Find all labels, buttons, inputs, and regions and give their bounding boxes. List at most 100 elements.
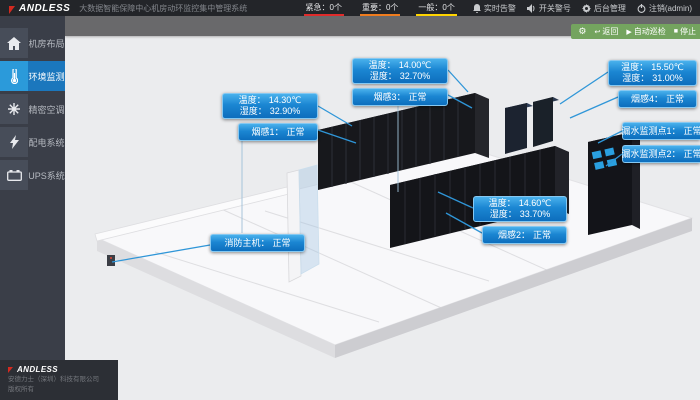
leak-label: 漏水监测点1： [621, 126, 680, 137]
smoke-status: 正常 [409, 92, 427, 103]
view-tools-group: ⚙ ↩ 返回 ▶ 自动巡检 ■ 停止 [571, 24, 700, 39]
auto-patrol-label: 自动巡检 [634, 26, 666, 37]
footer-brand-block: ANDLESS 安德力士（深圳）科技有限公司 版权所有 [0, 360, 118, 400]
sensor-callout-zone1[interactable]: 温度：14.30℃ 湿度：32.90% [222, 93, 318, 119]
humidity-reading: 湿度：33.70% [490, 209, 551, 220]
back-button[interactable]: ↩ 返回 [595, 26, 619, 37]
header-nav: 实时告警 开关警号 后台管理 注销(admin) [473, 3, 692, 14]
smoke-label: 烟感2： [498, 230, 530, 241]
sidebar-label-environment-monitor: 环境监测 [28, 61, 65, 91]
alarm-badge-critical[interactable]: 紧急：0个 [304, 0, 344, 16]
footer-rights: 版权所有 [8, 385, 118, 394]
smoke-status: 正常 [533, 230, 551, 241]
smoke-label: 烟感3： [373, 92, 405, 103]
realtime-alarm-button[interactable]: 实时告警 [473, 3, 516, 14]
sensor-callout-zone3[interactable]: 温度：14.00℃ 湿度：32.70% [352, 58, 448, 84]
admin-console-label: 后台管理 [594, 3, 626, 14]
view-settings-gear-icon[interactable]: ⚙ [578, 27, 586, 36]
fire-status: 正常 [273, 238, 291, 249]
temp-reading: 温度：14.00℃ [369, 60, 432, 71]
humidity-label: 湿度： [240, 106, 267, 117]
temp-label: 温度： [239, 95, 266, 106]
sidebar-item-environment-monitor[interactable]: 环境监测 [0, 61, 65, 91]
alarm-sound-toggle-button[interactable]: 开关警号 [527, 3, 571, 14]
smoke-reading: 烟感1： 正常 [251, 127, 304, 138]
smoke-reading: 烟感4：正常 [631, 94, 684, 105]
temp-label: 温度： [489, 198, 516, 209]
thermometer-icon [0, 61, 28, 91]
sidebar-label-ups-system: UPS系统 [28, 160, 65, 190]
play-icon: ▶ [626, 28, 631, 36]
leak-callout-1[interactable]: 漏水监测点1： 正常 [622, 122, 700, 140]
sidebar-item-power-distribution[interactable]: 配电系统 [0, 127, 65, 157]
smoke-label: 烟感4： [631, 94, 663, 105]
alarm-badge-minor[interactable]: 一般：0个 [416, 0, 456, 16]
alarm-badge-major[interactable]: 重要：0个 [360, 0, 400, 16]
temp-reading: 温度：14.30℃ [239, 95, 302, 106]
smoke-callout-zone1[interactable]: 烟感1： 正常 [238, 123, 318, 141]
view-toolbar: ⚙ ↩ 返回 ▶ 自动巡检 ■ 停止 [65, 16, 700, 36]
sidebar-item-precision-ac[interactable]: 精密空调 [0, 94, 65, 124]
footer-company: 安德力士（深圳）科技有限公司 [8, 375, 118, 384]
humidity-label: 湿度： [490, 209, 517, 220]
temp-value: 15.50℃ [651, 62, 684, 73]
leak-status: 正常 [684, 126, 700, 137]
temp-reading: 温度：14.60℃ [489, 198, 552, 209]
logout-button[interactable]: 注销(admin) [637, 3, 692, 14]
back-arrow-icon: ↩ [595, 28, 601, 36]
power-icon [637, 4, 646, 13]
alarm-sound-toggle-label: 开关警号 [539, 3, 571, 14]
leak-reading: 漏水监测点1： 正常 [621, 126, 700, 137]
admin-console-button[interactable]: 后台管理 [582, 3, 626, 14]
sidebar-nav: 机房布局 环境监测 精密空调 配电系统 UPS系统 [0, 16, 65, 400]
fire-label: 消防主机： [224, 238, 269, 249]
realtime-alarm-label: 实时告警 [484, 3, 516, 14]
home-icon [0, 28, 28, 58]
sensor-callout-zone4[interactable]: 温度：15.50℃ 湿度：31.00% [608, 60, 697, 86]
auto-patrol-button[interactable]: ▶ 自动巡检 [626, 26, 665, 37]
sensor-callout-zone2[interactable]: 温度：14.60℃ 湿度：33.70% [473, 196, 567, 222]
smoke-callout-zone2[interactable]: 烟感2：正常 [482, 226, 567, 244]
footer-logo: ANDLESS [8, 365, 118, 374]
smoke-callout-zone3[interactable]: 烟感3： 正常 [352, 88, 448, 106]
sidebar-label-precision-ac: 精密空调 [28, 94, 65, 124]
brand-logo: ANDLESS [8, 3, 70, 14]
smoke-label: 烟感1： [251, 127, 283, 138]
temp-value: 14.60℃ [519, 198, 552, 209]
machine-room-3d-panel: 温度：14.30℃ 湿度：32.90% 烟感1：正常 温度：14.00℃ 湿度：… [65, 36, 700, 400]
humidity-reading: 湿度：32.90% [240, 106, 301, 117]
gear-icon [582, 4, 591, 13]
smoke-callout-zone4[interactable]: 烟感4：正常 [618, 90, 697, 108]
temp-value: 14.30℃ [269, 95, 302, 106]
temp-reading: 温度：15.50℃ [621, 62, 684, 73]
humidity-value: 32.70% [400, 71, 431, 82]
stop-label: 停止 [680, 26, 696, 37]
temp-value: 14.00℃ [399, 60, 432, 71]
humidity-label: 湿度： [370, 71, 397, 82]
lightning-icon [0, 127, 28, 157]
sidebar-item-room-layout[interactable]: 机房布局 [0, 28, 65, 58]
humidity-value: 31.00% [652, 73, 683, 84]
speaker-icon [527, 4, 536, 13]
leak-label: 漏水监测点2： [621, 149, 680, 160]
sidebar-item-ups-system[interactable]: UPS系统 [0, 160, 65, 190]
smoke-reading: 烟感3： 正常 [373, 92, 426, 103]
humidity-value: 32.90% [270, 106, 301, 117]
stop-patrol-button[interactable]: ■ 停止 [674, 26, 696, 37]
leak-status: 正常 [684, 149, 700, 160]
humidity-reading: 湿度：32.70% [370, 71, 431, 82]
app-title: 大数据智能保障中心机房动环监控集中管理系统 [79, 3, 247, 14]
fire-reading: 消防主机： 正常 [224, 238, 290, 249]
dcim-monitoring-app: ANDLESS 大数据智能保障中心机房动环监控集中管理系统 紧急：0个 重要：0… [0, 0, 700, 400]
stop-icon: ■ [674, 28, 678, 35]
humidity-label: 湿度： [622, 73, 649, 84]
fire-host-callout[interactable]: 消防主机： 正常 [210, 234, 305, 252]
smoke-status: 正常 [287, 127, 305, 138]
logout-label: 注销(admin) [649, 3, 692, 14]
temp-label: 温度： [621, 62, 648, 73]
smoke-reading: 烟感2：正常 [498, 230, 551, 241]
sidebar-label-power-distribution: 配电系统 [28, 127, 65, 157]
top-header-bar: ANDLESS 大数据智能保障中心机房动环监控集中管理系统 紧急：0个 重要：0… [0, 0, 700, 16]
back-label: 返回 [602, 26, 618, 37]
leak-callout-2[interactable]: 漏水监测点2： 正常 [622, 145, 700, 163]
